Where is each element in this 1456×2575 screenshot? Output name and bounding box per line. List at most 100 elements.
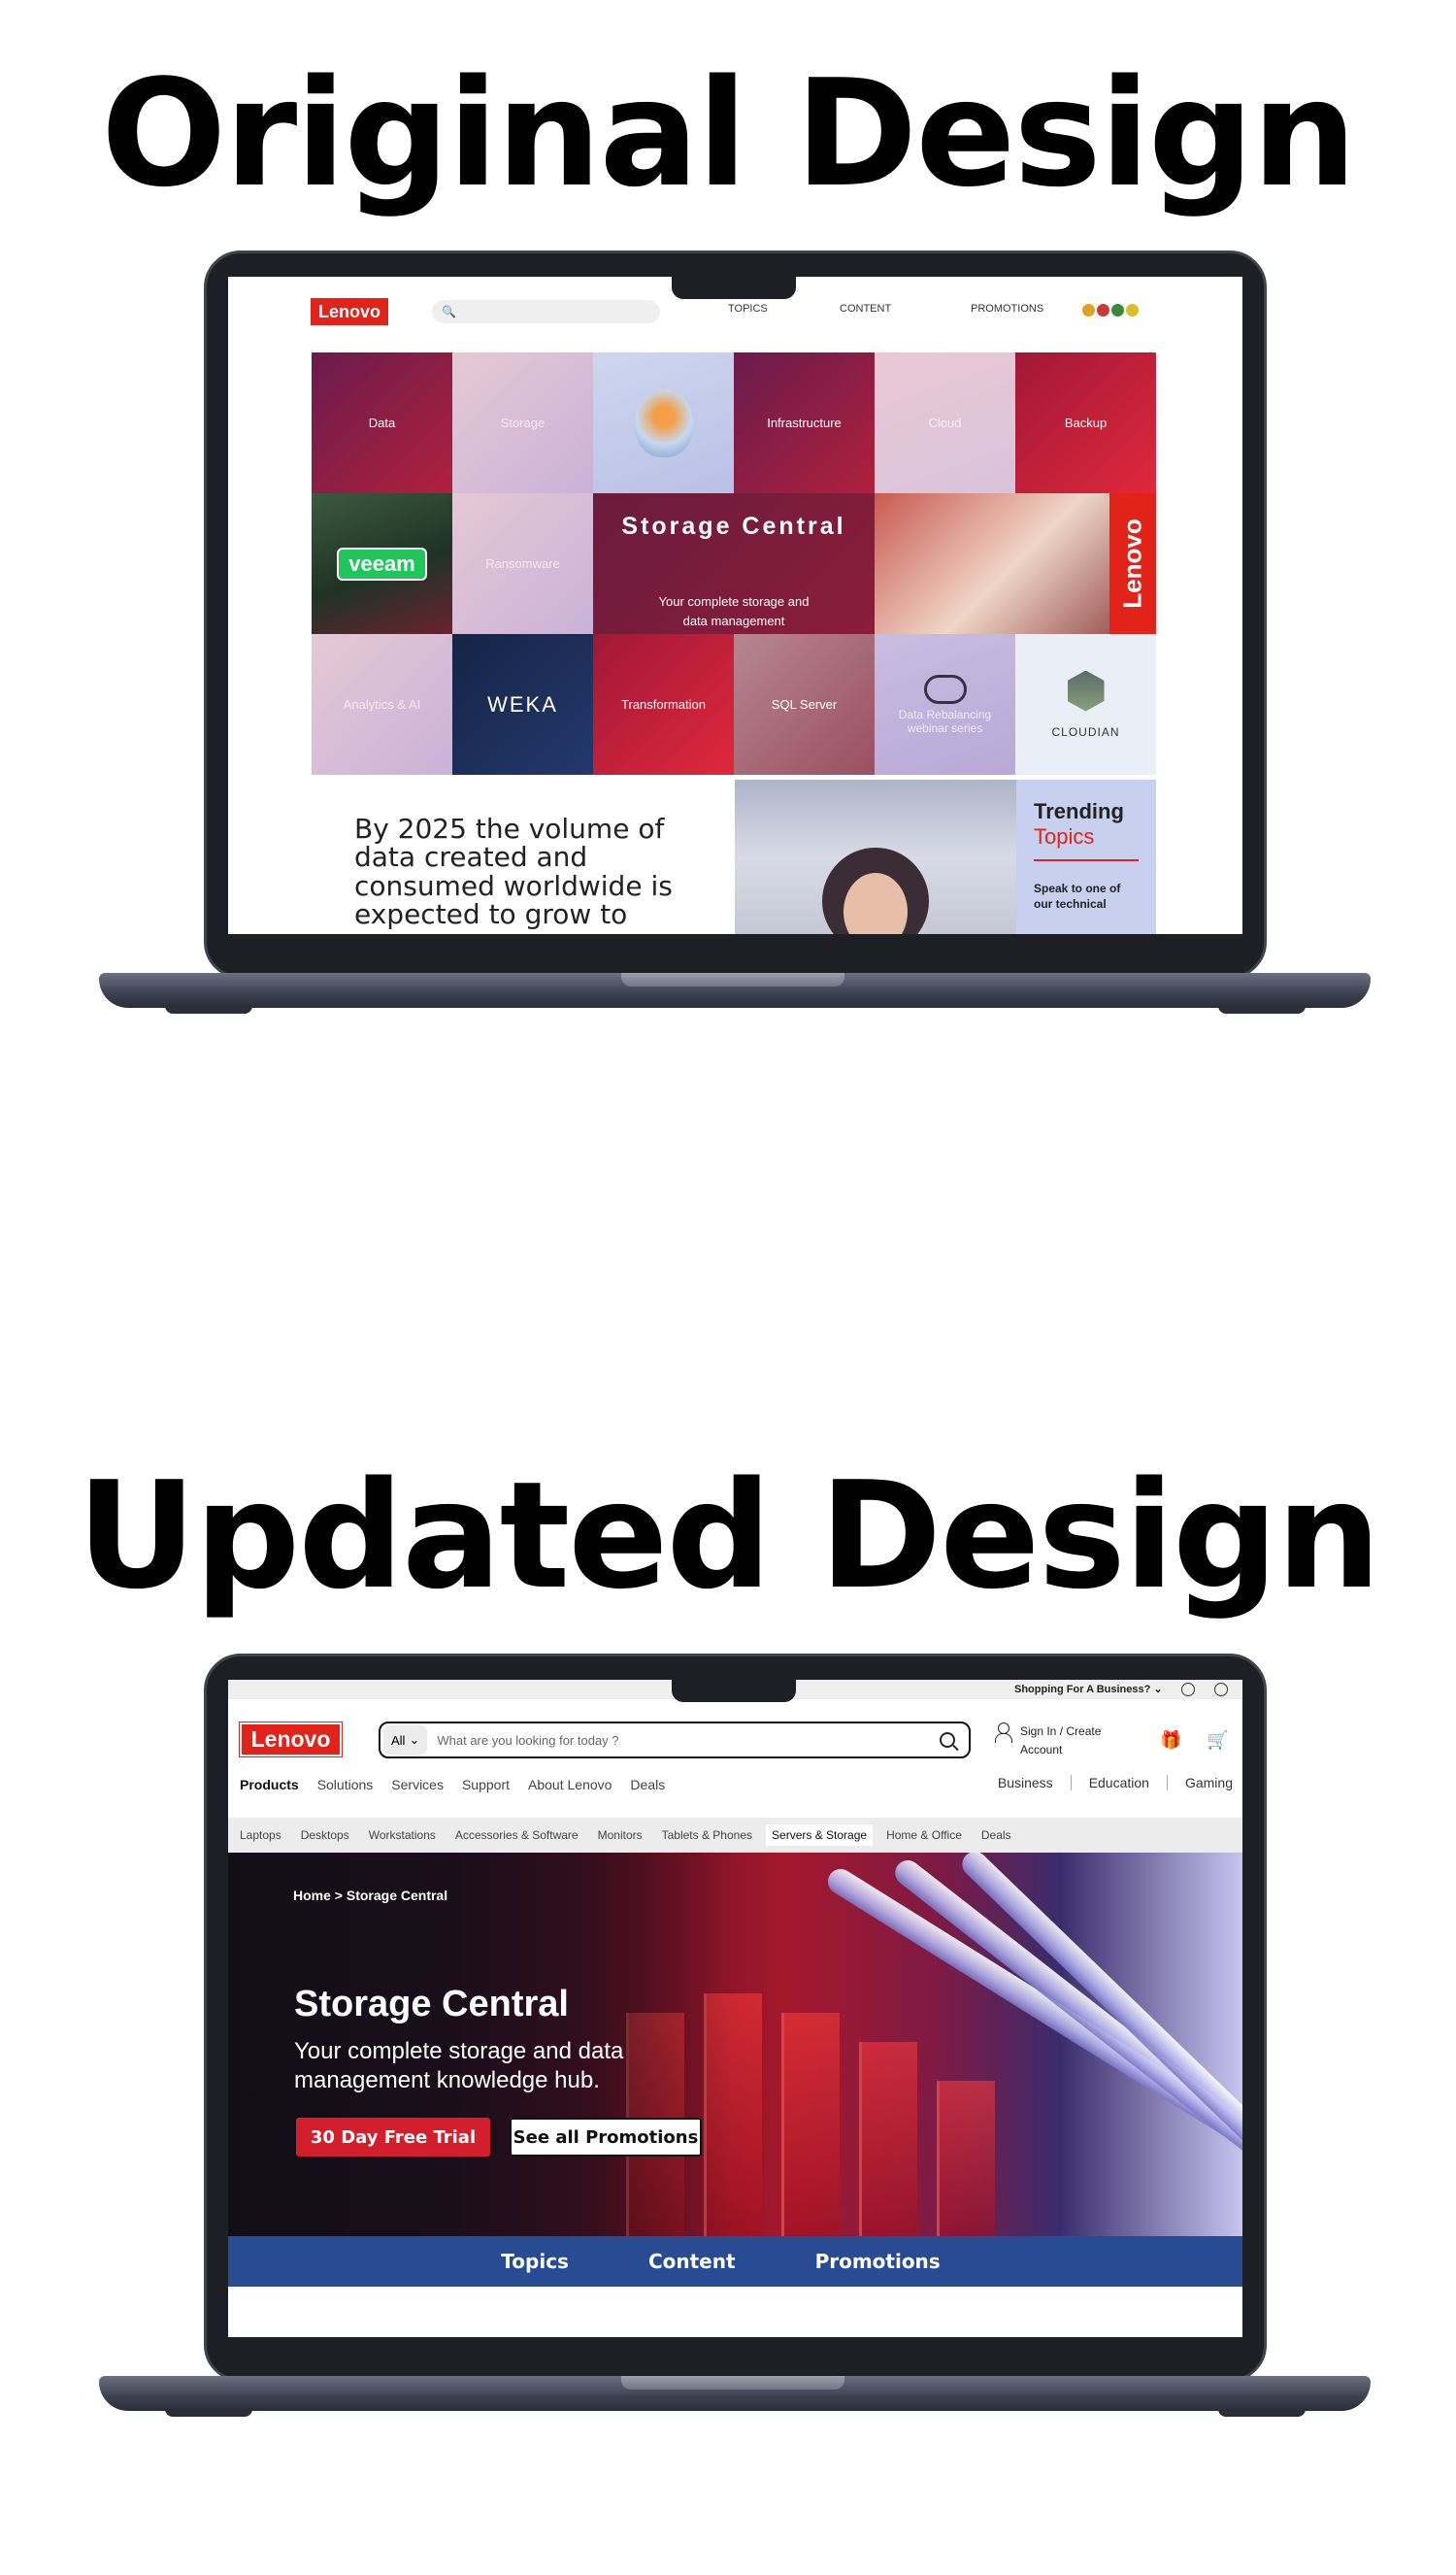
nav-gaming[interactable]: Gaming — [1166, 1775, 1233, 1790]
topic-tile-grid: Data Storage Infrastructure Cloud Backup… — [312, 352, 1156, 780]
search-bar[interactable]: 🔍 — [432, 300, 660, 323]
search-bar: All ⌄ — [379, 1722, 971, 1758]
tile-sql-server[interactable]: SQL Server — [734, 634, 875, 775]
segment-nav: Business Education Gaming — [980, 1775, 1233, 1790]
category-accessories-software[interactable]: Accessories & Software — [455, 1828, 579, 1842]
flag-icon[interactable] — [1126, 304, 1139, 317]
laptop-foot — [165, 2409, 252, 2417]
search-icon[interactable] — [940, 1732, 955, 1748]
breadcrumb[interactable]: Home > Storage Central — [293, 1888, 447, 1903]
tile-weka[interactable]: WEKA — [452, 634, 593, 775]
nav-about-lenovo[interactable]: About Lenovo — [528, 1777, 612, 1792]
shopping-for-business-link[interactable]: Shopping For A Business? ⌄ — [1014, 1683, 1163, 1695]
tile-data-rebalancing[interactable]: Data Rebalancing webinar series — [875, 634, 1015, 775]
tile-cloudian[interactable]: CLOUDIAN — [1015, 634, 1156, 775]
lenovo-logo[interactable]: Lenovo — [311, 298, 388, 325]
laptop-foot — [165, 1006, 252, 1014]
nav-business[interactable]: Business — [980, 1775, 1071, 1790]
updated-design-heading: Updated Design — [77, 1450, 1381, 1622]
divider — [1034, 859, 1139, 861]
server-rack-light — [781, 2013, 840, 2236]
category-home-office[interactable]: Home & Office — [886, 1828, 962, 1842]
cloud-gear-icon — [923, 674, 967, 704]
tile-data[interactable]: Data — [312, 352, 452, 493]
laptop-groove — [621, 2376, 844, 2390]
nav-promotions[interactable]: PROMOTIONS — [971, 303, 1043, 315]
tile-ransomware[interactable]: Ransomware — [452, 493, 593, 634]
tile-storage[interactable]: Storage — [452, 352, 593, 493]
category-deals[interactable]: Deals — [981, 1828, 1011, 1842]
page-subtitle: Your complete storage and data managemen… — [294, 2038, 624, 2093]
category-servers-storage[interactable]: Servers & Storage — [766, 1824, 874, 1846]
sign-in-account[interactable]: Sign In / Create Account — [995, 1722, 1101, 1759]
cart-icon[interactable]: 🛒 — [1207, 1730, 1228, 1750]
chevron-down-icon: ⌄ — [409, 1732, 420, 1747]
flag-icon[interactable] — [1111, 304, 1124, 317]
hero-title: Storage Central — [621, 513, 846, 540]
main-nav: Products Solutions Services Support Abou… — [240, 1777, 665, 1792]
camera-notch — [672, 1677, 796, 1702]
search-input[interactable] — [427, 1732, 940, 1748]
tile-infrastructure[interactable]: Infrastructure — [734, 352, 875, 493]
category-laptops[interactable]: Laptops — [240, 1828, 281, 1842]
category-workstations[interactable]: Workstations — [369, 1828, 436, 1842]
vertical-lenovo-logo: Lenovo — [1109, 493, 1156, 634]
nav-solutions[interactable]: Solutions — [317, 1777, 374, 1792]
support-headset-icon[interactable] — [1214, 1683, 1228, 1696]
trending-topics-card[interactable]: Trending Topics Speak to one of our tech… — [1016, 780, 1156, 934]
category-bar: Laptops Desktops Workstations Accessorie… — [228, 1818, 1242, 1853]
nav-products[interactable]: Products — [240, 1777, 299, 1792]
flag-icon[interactable] — [1097, 304, 1109, 317]
tile-backup[interactable]: Backup — [1015, 352, 1156, 493]
flag-icon[interactable] — [1082, 304, 1095, 317]
gift-icon[interactable]: 🎁 — [1160, 1730, 1181, 1750]
tile-cloud[interactable]: Cloud — [875, 352, 1015, 493]
nav-services[interactable]: Services — [391, 1777, 444, 1792]
nav-support[interactable]: Support — [462, 1777, 510, 1792]
see-promotions-button[interactable]: See all Promotions — [510, 2118, 702, 2157]
hero-banner: Home > Storage Central Storage Central Y… — [228, 1853, 1242, 2236]
tab-content[interactable]: Content — [648, 2250, 736, 2273]
nav-education[interactable]: Education — [1070, 1775, 1167, 1790]
laptop-foot — [1218, 2409, 1306, 2417]
tile-veeam[interactable]: veeam — [312, 493, 452, 634]
category-tablets-phones[interactable]: Tablets & Phones — [662, 1828, 752, 1842]
laptop-updated: Shopping For A Business? ⌄ Lenovo All ⌄ … — [0, 1654, 1456, 2430]
tile-transformation[interactable]: Transformation — [593, 634, 734, 775]
laptop-original: Lenovo 🔍 TOPICS CONTENT PROMOTIONS Data … — [0, 251, 1456, 1027]
accessibility-icon[interactable] — [1181, 1683, 1195, 1696]
nav-content[interactable]: CONTENT — [840, 303, 891, 315]
server-rack-light — [937, 2081, 995, 2236]
language-flags — [1082, 304, 1139, 317]
tile-goldfish-image — [593, 352, 734, 493]
woman-photo — [735, 780, 1016, 934]
hero-tile: Storage Central Your complete storage an… — [593, 493, 875, 634]
veeam-logo: veeam — [337, 547, 427, 581]
page-title: Storage Central — [294, 1984, 569, 2024]
screen-original: Lenovo 🔍 TOPICS CONTENT PROMOTIONS Data … — [228, 277, 1242, 934]
tab-topics[interactable]: Topics — [501, 2250, 569, 2273]
goldfish-bowl-icon — [634, 388, 693, 457]
server-rack-light — [859, 2042, 917, 2236]
stat-text: By 2025 the volume of data created and c… — [354, 813, 673, 931]
tab-promotions[interactable]: Promotions — [815, 2250, 941, 2273]
lower-section: By 2025 the volume of data created and c… — [312, 780, 1156, 934]
search-icon: 🔍 — [442, 305, 456, 318]
original-design-heading: Original Design — [101, 48, 1357, 219]
category-monitors[interactable]: Monitors — [598, 1828, 643, 1842]
camera-notch — [672, 274, 796, 299]
search-scope-dropdown[interactable]: All ⌄ — [383, 1725, 428, 1755]
category-desktops[interactable]: Desktops — [301, 1828, 349, 1842]
section-tabs: Topics Content Promotions — [228, 2236, 1242, 2287]
tile-people-photo: Lenovo — [875, 493, 1156, 634]
laptop-groove — [621, 973, 844, 987]
hero-subtitle: Your complete storage and data managemen… — [658, 594, 810, 628]
cloudian-logo-icon — [1067, 670, 1105, 712]
nav-topics[interactable]: TOPICS — [728, 303, 768, 315]
nav-deals[interactable]: Deals — [630, 1777, 665, 1792]
user-icon — [995, 1722, 1012, 1744]
lenovo-logo[interactable]: Lenovo — [239, 1722, 343, 1757]
free-trial-button[interactable]: 30 Day Free Trial — [296, 2118, 490, 2157]
tile-analytics-ai[interactable]: Analytics & AI — [312, 634, 452, 775]
laptop-foot — [1218, 1006, 1306, 1014]
